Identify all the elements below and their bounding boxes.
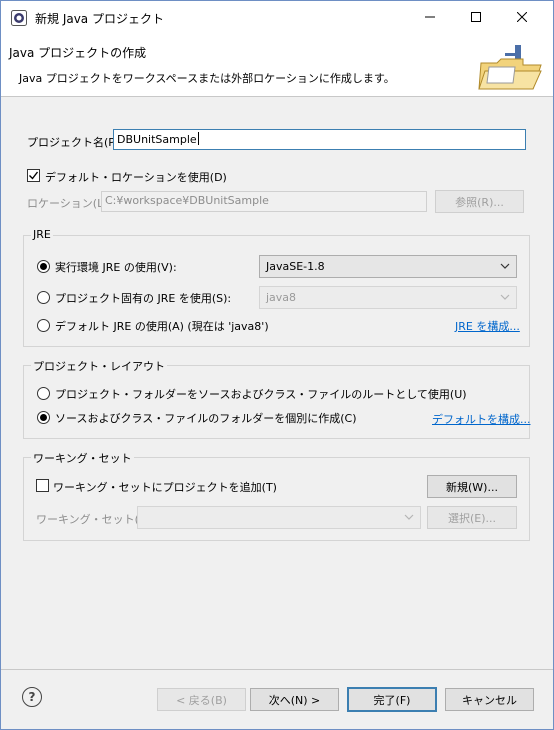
select-working-set-button[interactable]: 選択(E)... <box>427 506 517 529</box>
maximize-button[interactable] <box>453 1 499 33</box>
project-name-input[interactable]: DBUnitSample <box>113 129 526 150</box>
add-to-working-set-label[interactable]: ワーキング・セットにプロジェクトを追加(T) <box>53 479 277 495</box>
next-button[interactable]: 次へ(N) > <box>250 688 339 711</box>
text-caret <box>197 132 199 145</box>
new-project-folder-icon <box>475 43 545 93</box>
location-label: ロケーション(L): <box>27 197 112 210</box>
use-project-jre-radio[interactable] <box>37 291 50 304</box>
project-jre-select[interactable]: java8 <box>259 286 517 309</box>
use-execution-env-label[interactable]: 実行環境 JRE の使用(V): <box>55 259 177 275</box>
browse-button[interactable]: 参照(R)... <box>435 190 524 213</box>
project-name-value: DBUnitSample <box>117 133 197 146</box>
wizard-heading: Java プロジェクトの作成 <box>9 46 147 60</box>
configure-default-link[interactable]: デフォルトを構成... <box>432 411 531 427</box>
cancel-button[interactable]: キャンセル <box>445 688 534 711</box>
close-button[interactable] <box>499 1 545 33</box>
add-to-working-set-checkbox[interactable] <box>36 479 49 492</box>
layout-root-label[interactable]: プロジェクト・フォルダーをソースおよびクラス・ファイルのルートとして使用(U) <box>55 386 467 402</box>
configure-jre-link[interactable]: JRE を構成... <box>455 318 520 334</box>
wizard-description: Java プロジェクトをワークスペースまたは外部ロケーションに作成します。 <box>19 72 395 85</box>
use-default-location-checkbox[interactable] <box>27 169 40 182</box>
wizard-banner: Java プロジェクトの作成 Java プロジェクトをワークスペースまたは外部ロ… <box>1 33 553 97</box>
project-layout-group <box>23 365 530 439</box>
new-working-set-button[interactable]: 新規(W)... <box>427 475 517 498</box>
maximize-icon <box>471 12 481 22</box>
title-bar[interactable]: 新規 Java プロジェクト <box>1 1 553 33</box>
layout-separate-radio[interactable] <box>37 411 50 424</box>
back-button[interactable]: < 戻る(B) <box>157 688 246 711</box>
use-execution-env-radio[interactable] <box>37 260 50 273</box>
chevron-down-icon <box>500 263 510 269</box>
new-java-project-dialog: 新規 Java プロジェクト Java プロジェクトの作成 Java プロジェク… <box>0 0 554 730</box>
jre-group-title: JRE <box>31 228 53 241</box>
chevron-down-icon <box>500 294 510 300</box>
use-project-jre-label[interactable]: プロジェクト固有の JRE を使用(S): <box>55 290 231 306</box>
window-title: 新規 Java プロジェクト <box>35 12 164 26</box>
project-jre-value: java8 <box>266 291 297 304</box>
footer-divider <box>1 669 553 670</box>
layout-root-radio[interactable] <box>37 387 50 400</box>
use-default-location-label[interactable]: デフォルト・ロケーションを使用(D) <box>45 169 227 185</box>
eclipse-icon <box>11 10 27 26</box>
use-default-jre-label[interactable]: デフォルト JRE の使用(A) (現在は 'java8') <box>55 318 269 334</box>
execution-env-select[interactable]: JavaSE-1.8 <box>259 255 517 278</box>
execution-env-value: JavaSE-1.8 <box>266 260 325 273</box>
use-default-jre-radio[interactable] <box>37 319 50 332</box>
layout-separate-label[interactable]: ソースおよびクラス・ファイルのフォルダーを個別に作成(C) <box>55 410 357 426</box>
working-sets-select[interactable] <box>137 506 421 529</box>
finish-button[interactable]: 完了(F) <box>347 687 437 712</box>
chevron-down-icon <box>404 514 414 520</box>
project-name-label: プロジェクト名(P): <box>27 136 123 149</box>
project-layout-group-title: プロジェクト・レイアウト <box>31 358 167 374</box>
minimize-icon <box>425 16 435 18</box>
working-sets-group-title: ワーキング・セット <box>31 450 134 466</box>
checkmark-icon <box>29 171 39 180</box>
minimize-button[interactable] <box>407 1 453 33</box>
location-input[interactable]: C:¥workspace¥DBUnitSample <box>101 191 427 212</box>
help-icon[interactable]: ? <box>22 687 42 707</box>
close-icon <box>517 12 527 22</box>
